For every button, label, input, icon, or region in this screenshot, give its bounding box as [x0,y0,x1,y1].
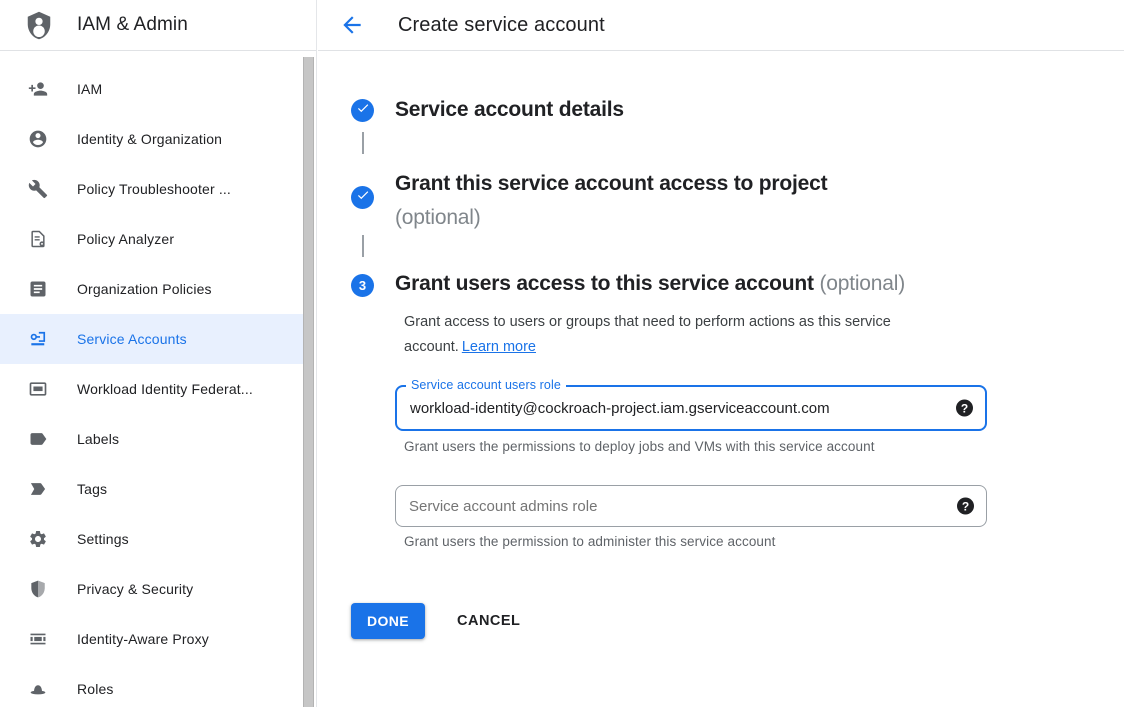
sidebar-item-settings[interactable]: Settings [0,514,303,564]
service-account-admins-role-field: ? [395,485,987,527]
sidebar-item-roles[interactable]: Roles [0,664,303,707]
sidebar-item-label: Organization Policies [77,281,212,297]
main-panel: Create service account Service account d… [318,0,1124,707]
check-icon [356,188,370,207]
gcp-iam-create-service-account-page: { "app": { "name": "IAM & Admin" }, "pag… [0,0,1124,707]
sidebar-item-workload-identity-federation[interactable]: Workload Identity Federat... [0,364,303,414]
users-role-helper-text: Grant users the permissions to deploy jo… [404,439,875,454]
step2-optional-label: (optional) [395,201,827,235]
roles-hat-icon [28,679,48,699]
sidebar-item-label: Identity & Organization [77,131,222,147]
sidebar-item-identity-organization[interactable]: Identity & Organization [0,114,303,164]
service-account-users-role-input[interactable] [397,387,937,429]
iam-admin-shield-logo-icon [24,9,54,42]
sidebar-item-policy-troubleshooter[interactable]: Policy Troubleshooter ... [0,164,303,214]
sidebar-item-policy-analyzer[interactable]: Policy Analyzer [0,214,303,264]
wrench-icon [28,179,48,199]
step1-title: Service account details [395,98,624,122]
sidebar-header: IAM & Admin [0,0,316,51]
sidebar-item-organization-policies[interactable]: Organization Policies [0,264,303,314]
check-icon [356,101,370,120]
shield-half-icon [28,579,48,599]
sidebar-item-label: Settings [77,531,129,547]
arrow-back-icon [339,26,365,41]
sidebar-item-tags[interactable]: Tags [0,464,303,514]
cancel-button[interactable]: CANCEL [449,603,528,639]
help-icon[interactable]: ? [956,400,973,417]
step2-title: Grant this service account access to pro… [395,167,827,235]
sidebar-nav: IAM Identity & Organization Policy Trouble… [0,51,303,707]
service-account-users-role-field: Service account users role ? [395,385,987,431]
service-account-key-icon [28,329,48,349]
step2-title-text: Grant this service account access to pro… [395,172,827,195]
sidebar-item-label: Roles [77,681,114,697]
step3-title-text: Grant users access to this service accou… [395,272,814,295]
step3-number-indicator: 3 [351,274,374,297]
sidebar-item-service-accounts[interactable]: Service Accounts [0,314,303,364]
main-header: Create service account [318,0,1124,51]
sidebar-item-privacy-security[interactable]: Privacy & Security [0,564,303,614]
sidebar-item-label: Service Accounts [77,331,187,347]
sidebar-item-labels[interactable]: Labels [0,414,303,464]
sidebar-item-label: Privacy & Security [77,581,193,597]
sidebar-item-label: Policy Analyzer [77,231,174,247]
sidebar-item-label: Tags [77,481,107,497]
sidebar-item-label: Labels [77,431,119,447]
step2-complete-indicator [351,186,374,209]
app-name: IAM & Admin [77,14,188,36]
sidebar: IAM & Admin IAM Identity & Organization Po… [0,0,317,707]
step-connector-line [362,132,364,154]
sidebar-item-label: Workload Identity Federat... [77,381,253,397]
learn-more-link[interactable]: Learn more [462,339,536,355]
step1-complete-indicator [351,99,374,122]
person-add-icon [28,79,48,99]
sidebar-item-identity-aware-proxy[interactable]: Identity-Aware Proxy [0,614,303,664]
help-icon[interactable]: ? [957,498,974,515]
article-icon [28,279,48,299]
step3-optional-label: (optional) [819,272,905,295]
step3-number: 3 [359,278,366,293]
id-card-icon [28,379,48,399]
sidebar-item-label: IAM [77,81,102,97]
back-button[interactable] [339,12,365,38]
page-title: Create service account [398,14,605,37]
tag-arrow-icon [28,479,48,499]
label-icon [28,429,48,449]
step-connector-line [362,235,364,257]
gear-icon [28,529,48,549]
proxy-icon [28,629,48,649]
step3-description: Grant access to users or groups that nee… [404,310,964,360]
sidebar-scrollbar[interactable] [303,57,314,707]
sidebar-item-iam[interactable]: IAM [0,64,303,114]
admins-role-helper-text: Grant users the permission to administer… [404,534,776,549]
sidebar-item-label: Identity-Aware Proxy [77,631,209,647]
account-circle-icon [28,129,48,149]
service-account-admins-role-input[interactable] [396,486,938,526]
done-button[interactable]: DONE [351,603,425,639]
document-gear-icon [28,229,48,249]
sidebar-item-label: Policy Troubleshooter ... [77,181,231,197]
step3-title: Grant users access to this service accou… [395,272,905,296]
